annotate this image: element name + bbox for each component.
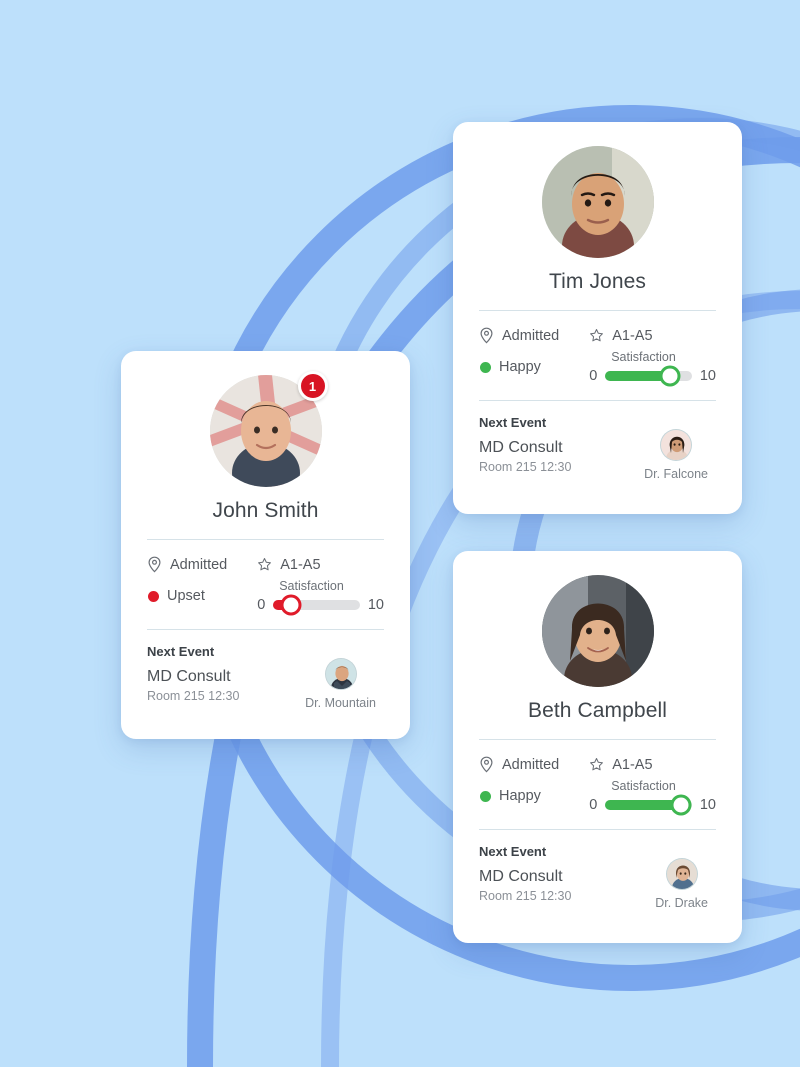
admitted-label: Admitted (502, 756, 560, 773)
room-code: A1-A5 (257, 556, 384, 573)
satisfaction-slider-knob[interactable] (283, 597, 299, 613)
scale-max-label: 10 (699, 797, 716, 813)
detail-grid: Admitted A1-A5 Upset Satisfaction 0 10 (147, 540, 384, 613)
mood-status: Happy (479, 779, 589, 813)
scale-max-label: 10 (367, 597, 384, 613)
star-icon (589, 328, 604, 343)
admitted-status: Admitted (479, 327, 589, 344)
room-code: A1-A5 (589, 756, 716, 773)
scale-max-label: 10 (699, 368, 716, 384)
doctor-name: Dr. Falcone (644, 467, 708, 481)
map-pin-icon (147, 556, 162, 573)
detail-grid: Admitted A1-A5 Happy Satisfaction 0 10 (479, 311, 716, 384)
mood-status: Happy (479, 350, 589, 384)
notification-badge[interactable]: 1 (297, 371, 328, 401)
admitted-label: Admitted (170, 556, 228, 573)
doctor-name: Dr. Drake (655, 896, 708, 910)
satisfaction-slider-knob[interactable] (662, 368, 678, 384)
map-pin-icon (479, 756, 494, 773)
status-dot-icon (148, 590, 159, 602)
scale-min-label: 0 (589, 368, 598, 384)
room-label: A1-A5 (612, 756, 653, 773)
next-event-title: MD Consult (479, 439, 563, 456)
patient-avatar[interactable] (541, 575, 654, 687)
map-pin-icon (479, 327, 494, 344)
satisfaction-label: Satisfaction (611, 350, 676, 364)
patient-name: Beth Campbell (527, 699, 668, 722)
scale-min-label: 0 (257, 597, 266, 613)
doctor-avatar[interactable] (660, 429, 693, 461)
next-event-heading: Next Event (479, 415, 547, 430)
next-event-section: Next Event MD Consult Room 215 12:30 Dr.… (479, 401, 716, 481)
patient-name: John Smith (212, 499, 319, 522)
mood-label: Happy (499, 788, 541, 804)
doctor-avatar[interactable] (324, 658, 357, 690)
satisfaction-label: Satisfaction (279, 579, 344, 593)
room-label: A1-A5 (280, 556, 321, 573)
star-icon (589, 757, 604, 772)
patient-card-tim-jones[interactable]: Tim Jones Admitted A1-A5 Happy Satisfact… (453, 122, 742, 514)
doctor-avatar[interactable] (665, 858, 698, 890)
detail-grid: Admitted A1-A5 Happy Satisfaction 0 10 (479, 740, 716, 813)
avatar-row (479, 575, 716, 687)
satisfaction-slider-track[interactable] (273, 597, 360, 613)
status-dot-icon (480, 361, 491, 373)
next-event-title: MD Consult (479, 868, 563, 885)
patient-name: Tim Jones (549, 270, 646, 293)
satisfaction-label: Satisfaction (611, 779, 676, 793)
avatar-row: 1 (147, 371, 384, 487)
satisfaction-slider-fill (605, 800, 682, 810)
next-event-section: Next Event MD Consult Room 215 12:30 Dr.… (479, 830, 716, 910)
status-dot-icon (480, 790, 491, 802)
next-event-title: MD Consult (147, 668, 231, 685)
next-event-heading: Next Event (479, 844, 547, 859)
next-event-heading: Next Event (147, 644, 215, 659)
room-label: A1-A5 (612, 327, 653, 344)
satisfaction-control[interactable]: Satisfaction 0 10 (589, 350, 716, 384)
satisfaction-slider-track[interactable] (605, 797, 692, 813)
admitted-status: Admitted (479, 756, 589, 773)
next-event-meta: Room 215 12:30 (479, 460, 572, 474)
room-code: A1-A5 (589, 327, 716, 344)
patient-card-john-smith[interactable]: 1 John Smith Admitted A1-A5 Upset Satisf… (121, 351, 410, 739)
satisfaction-slider-track[interactable] (605, 368, 692, 384)
scale-min-label: 0 (589, 797, 598, 813)
doctor-info[interactable]: Dr. Mountain (305, 658, 376, 710)
admitted-label: Admitted (502, 327, 560, 344)
avatar-row (479, 146, 716, 258)
next-event-meta: Room 215 12:30 (479, 889, 572, 903)
satisfaction-slider-knob[interactable] (673, 797, 689, 813)
mood-status: Upset (147, 579, 257, 613)
doctor-name: Dr. Mountain (305, 696, 376, 710)
mood-label: Upset (167, 588, 205, 604)
satisfaction-slider-fill (605, 371, 671, 381)
mood-label: Happy (499, 359, 541, 375)
next-event-meta: Room 215 12:30 (147, 689, 240, 703)
patient-avatar[interactable] (541, 146, 654, 258)
satisfaction-control[interactable]: Satisfaction 0 10 (589, 779, 716, 813)
patient-card-beth-campbell[interactable]: Beth Campbell Admitted A1-A5 Happy Satis… (453, 551, 742, 943)
satisfaction-control[interactable]: Satisfaction 0 10 (257, 579, 384, 613)
admitted-status: Admitted (147, 556, 257, 573)
star-icon (257, 557, 272, 572)
doctor-info[interactable]: Dr. Falcone (644, 429, 708, 481)
next-event-section: Next Event MD Consult Room 215 12:30 Dr.… (147, 630, 384, 710)
doctor-info[interactable]: Dr. Drake (655, 858, 708, 910)
